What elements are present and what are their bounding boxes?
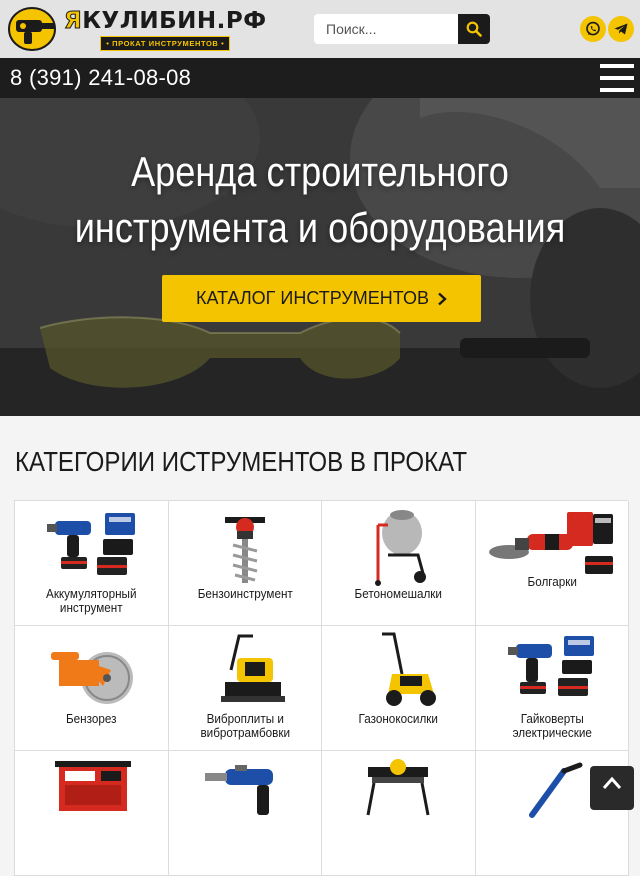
logo-drill-icon: [8, 6, 60, 52]
phone-link[interactable]: 8 (391) 241-08-08: [10, 65, 191, 91]
plate-compactor-icon: [220, 634, 285, 702]
search-input[interactable]: [314, 14, 458, 44]
hamburger-menu-button[interactable]: [600, 64, 634, 92]
category-card[interactable]: Аккумуляторный инструмент: [15, 501, 169, 626]
telegram-button[interactable]: [608, 16, 634, 42]
phone-bar: 8 (391) 241-08-08: [0, 58, 640, 98]
cordless-impact-wrench-icon: [47, 513, 136, 575]
category-card[interactable]: Бетономешалки: [322, 501, 476, 626]
concrete-mixer-icon: [375, 510, 427, 586]
category-label: Виброплиты и вибротрамбовки: [199, 711, 290, 740]
electric-impact-wrench-icon: [507, 636, 594, 696]
catalog-button-label: КАТАЛОГ ИНСТРУМЕНТОВ: [195, 288, 429, 308]
category-label: Бензоинструмент: [197, 586, 293, 601]
tile-saw-icon: [366, 759, 430, 816]
whatsapp-button[interactable]: [580, 16, 606, 42]
logo-title-rest: КУЛИБИН.РФ: [82, 7, 267, 34]
rotary-hammer-icon: [204, 765, 273, 815]
hero-banner: Аренда строительного инструмента и обору…: [0, 98, 640, 416]
search-form: [314, 14, 490, 44]
hero-title-line-1: Аренда строительного: [131, 148, 509, 195]
chevron-up-icon: [602, 776, 622, 789]
lawn-mower-icon: [382, 632, 437, 706]
gas-auger-icon: [224, 517, 265, 583]
telegram-icon: [614, 23, 628, 35]
site-logo[interactable]: ЯКУЛИБИН.РФ • ПРОКАТ ИНСТРУМЕНТОВ •: [8, 6, 266, 52]
tool-icon: [528, 762, 583, 818]
logo-title-first-letter: Я: [63, 7, 83, 34]
categories-grid: Аккумуляторный инструмент Бензоинструмен…: [14, 500, 629, 876]
hamburger-line: [600, 76, 634, 80]
category-label: Бензорез: [65, 711, 117, 726]
category-card[interactable]: [15, 751, 169, 876]
category-card[interactable]: Бензоинструмент: [168, 501, 322, 626]
catalog-button[interactable]: КАТАЛОГ ИНСТРУМЕНТОВ: [162, 275, 481, 322]
top-header: ЯКУЛИБИН.РФ • ПРОКАТ ИНСТРУМЕНТОВ •: [0, 0, 640, 58]
generator-icon: [55, 761, 132, 811]
category-label: Болгарки: [527, 574, 577, 589]
category-label: Аккумуляторный инструмент: [46, 586, 137, 615]
whatsapp-icon: [586, 21, 600, 36]
logo-subtitle: • ПРОКАТ ИНСТРУМЕНТОВ •: [100, 35, 231, 51]
hamburger-line: [600, 88, 634, 92]
search-icon: [466, 21, 482, 37]
category-card[interactable]: Гайковерты электрические: [475, 626, 629, 751]
hero-title-line-2: инструмента и оборудования: [74, 204, 566, 251]
category-card[interactable]: Болгарки: [475, 501, 629, 626]
search-button[interactable]: [458, 14, 490, 44]
category-card[interactable]: Виброплиты и вибротрамбовки: [168, 626, 322, 751]
category-label: Газонокосилки: [358, 711, 438, 726]
category-card[interactable]: [168, 751, 322, 876]
gas-cutoff-saw-icon: [51, 652, 134, 704]
hero-title: Аренда строительного инструмента и обору…: [45, 144, 595, 256]
hamburger-line: [600, 64, 634, 68]
logo-title: ЯКУЛИБИН.РФ: [63, 7, 267, 34]
angle-grinder-icon: [488, 512, 613, 574]
chevron-right-icon: [438, 292, 447, 305]
scroll-to-top-button[interactable]: [590, 766, 634, 810]
category-label: Бетономешалки: [354, 586, 442, 601]
category-card[interactable]: [322, 751, 476, 876]
category-card[interactable]: Бензорез: [15, 626, 169, 751]
categories-heading: КАТЕГОРИИ ИСТРУМЕНТОВ В ПРОКАТ: [15, 446, 468, 477]
category-label: Гайковерты электрические: [512, 711, 592, 740]
category-card[interactable]: Газонокосилки: [322, 626, 476, 751]
